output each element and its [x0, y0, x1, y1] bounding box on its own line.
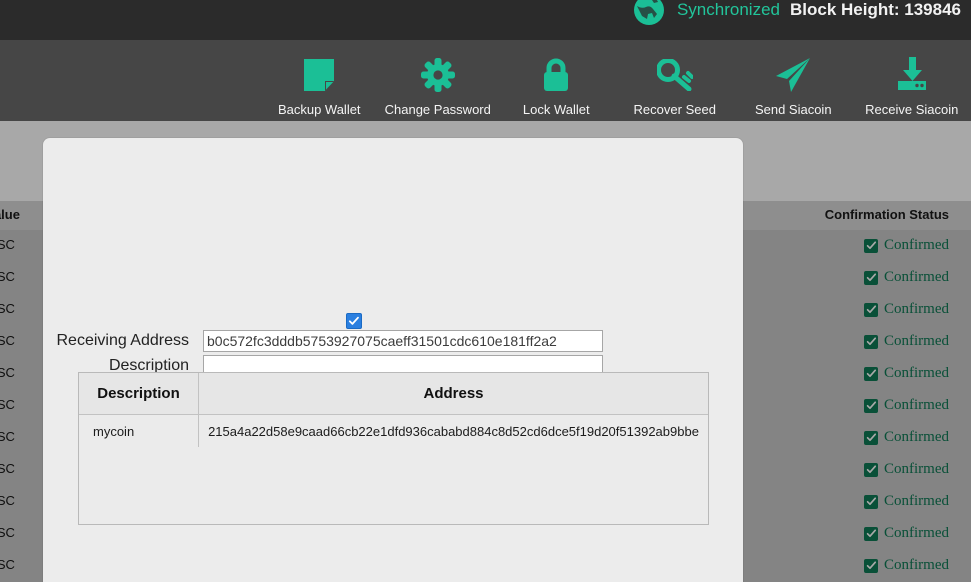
globe-icon — [631, 0, 667, 28]
recover-seed-button[interactable]: Recover Seed — [616, 40, 735, 117]
wallet-window: Synchronized Block Height: 139846 Backup… — [0, 0, 971, 582]
recover-seed-label: Recover Seed — [633, 102, 716, 117]
prior-column-header-address: Address — [423, 385, 484, 402]
check-icon — [348, 316, 359, 325]
prior-address-description: mycoin — [79, 415, 199, 447]
sync-status-group: Synchronized Block Height: 139846 — [631, 0, 961, 26]
change-password-button[interactable]: Change Password — [379, 40, 498, 117]
prior-address-row[interactable]: mycoin 215a4a22d58e9caad66cb22e1dfd936cab… — [79, 415, 708, 447]
change-password-label: Change Password — [384, 102, 491, 117]
gear-icon — [420, 55, 455, 95]
send-siacoin-label: Send Siacoin — [754, 102, 832, 117]
backup-wallet-label: Backup Wallet — [277, 102, 361, 117]
lock-wallet-label: Lock Wallet — [522, 102, 590, 117]
key-icon — [656, 55, 693, 95]
receiving-address-input[interactable] — [203, 330, 603, 352]
backup-wallet-button[interactable]: Backup Wallet — [260, 40, 379, 117]
prior-addresses-body: mycoin 215a4a22d58e9caad66cb22e1dfd936cab… — [79, 415, 708, 447]
block-height-label: Block Height: 139846 — [789, 0, 961, 19]
receiving-address-label: Receiving Address — [56, 332, 189, 349]
sync-label: Synchronized — [676, 0, 780, 19]
receive-siacoin-button[interactable]: Receive Siacoin — [853, 40, 971, 117]
prior-addresses-table: Description Address mycoin 215a4a22d58e9c… — [78, 372, 709, 525]
prior-address-value: 215a4a22d58e9caad66cb22e1dfd936cababd884… — [208, 423, 699, 439]
receive-siacoin-dialog: Receiving Address Description Save New P… — [43, 138, 743, 582]
prior-addresses-header: Description Address — [79, 373, 708, 415]
paper-plane-icon — [774, 55, 812, 95]
lock-wallet-button[interactable]: Lock Wallet — [497, 40, 616, 117]
prior-column-header-description: Description — [79, 373, 199, 414]
lock-icon — [541, 55, 571, 95]
wallet-toolbar: Backup Wallet Change Password Lock Walle… — [0, 40, 971, 121]
status-bar: Synchronized Block Height: 139846 — [0, 0, 971, 40]
send-siacoin-button[interactable]: Send Siacoin — [734, 40, 853, 117]
note-page-icon — [302, 55, 336, 95]
inbox-download-icon — [895, 55, 929, 95]
receiving-address-row: Receiving Address — [43, 330, 743, 352]
receiving-address-checkbox[interactable] — [346, 313, 362, 329]
receive-siacoin-label: Receive Siacoin — [865, 102, 959, 117]
